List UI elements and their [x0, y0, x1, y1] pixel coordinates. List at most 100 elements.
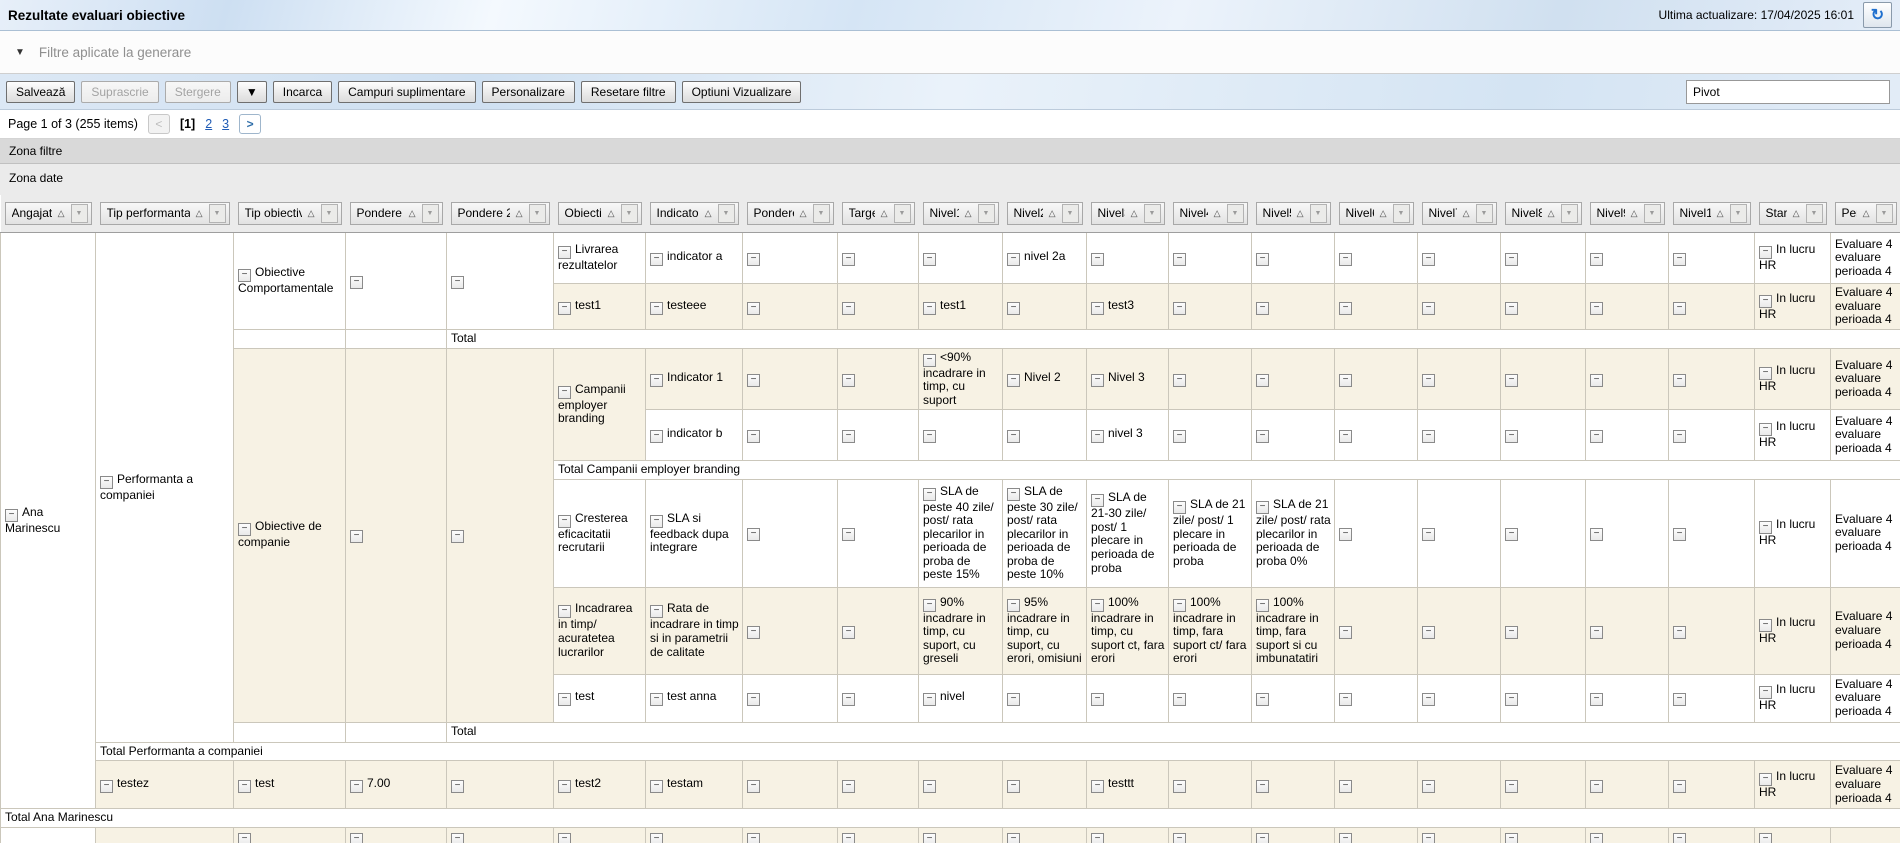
collapse-icon[interactable]: −	[923, 430, 936, 443]
collapse-icon[interactable]: −	[1256, 780, 1269, 793]
collapse-icon[interactable]: −	[1505, 374, 1518, 387]
collapse-icon[interactable]: −	[558, 833, 571, 843]
column-header-p2[interactable]: Pondere 2△▼	[451, 202, 550, 225]
column-header-ob[interactable]: Obiectiv△▼	[558, 202, 642, 225]
collapse-icon[interactable]: −	[558, 693, 571, 706]
collapse-icon[interactable]: −	[747, 528, 760, 541]
filter-dropdown-icon[interactable]: ▼	[1393, 204, 1410, 223]
collapse-icon[interactable]: −	[1173, 374, 1186, 387]
collapse-icon[interactable]: −	[350, 276, 363, 289]
filter-dropdown-icon[interactable]: ▼	[422, 204, 439, 223]
filter-dropdown-icon[interactable]: ▼	[1806, 204, 1823, 223]
collapse-icon[interactable]: −	[842, 693, 855, 706]
load-button[interactable]: Incarca	[273, 81, 332, 103]
collapse-icon[interactable]: −	[747, 780, 760, 793]
overwrite-button[interactable]: Suprascrie	[81, 81, 158, 103]
delete-button[interactable]: Stergere	[165, 81, 231, 103]
collapse-icon[interactable]: −	[1505, 528, 1518, 541]
collapse-icon[interactable]: −	[1590, 693, 1603, 706]
collapse-icon[interactable]: −	[1673, 780, 1686, 793]
filter-dropdown-icon[interactable]: ▼	[621, 204, 638, 223]
filter-dropdown-icon[interactable]: ▼	[1644, 204, 1661, 223]
collapse-icon[interactable]: −	[1339, 430, 1352, 443]
collapse-icon[interactable]: −	[1339, 302, 1352, 315]
collapse-icon[interactable]: −	[1339, 833, 1352, 843]
collapse-icon[interactable]: −	[1673, 626, 1686, 639]
column-header-tgt[interactable]: Target△▼	[842, 202, 915, 225]
collapse-icon[interactable]: −	[558, 780, 571, 793]
filter-dropdown-icon[interactable]: ▼	[894, 204, 911, 223]
collapse-icon[interactable]: −	[1007, 693, 1020, 706]
collapse-icon[interactable]: −	[1590, 626, 1603, 639]
collapse-icon[interactable]: −	[1673, 693, 1686, 706]
filter-dropdown-icon[interactable]: ▼	[209, 204, 226, 223]
collapse-icon[interactable]: −	[842, 302, 855, 315]
collapse-icon[interactable]: −	[747, 374, 760, 387]
collapse-icon[interactable]: −	[1091, 430, 1104, 443]
collapse-icon[interactable]: −	[1173, 780, 1186, 793]
collapse-icon[interactable]: −	[747, 430, 760, 443]
collapse-icon[interactable]: −	[747, 833, 760, 843]
filter-dropdown-icon[interactable]: ▼	[1876, 204, 1893, 223]
collapse-icon[interactable]: −	[1422, 693, 1435, 706]
view-mode-input[interactable]: Pivot	[1686, 80, 1890, 104]
column-header-n5[interactable]: Nivel5△▼	[1256, 202, 1331, 225]
column-header-st[interactable]: Stare△▼	[1759, 202, 1827, 225]
collapse-icon[interactable]: −	[1173, 430, 1186, 443]
filter-dropdown-icon[interactable]: ▼	[1310, 204, 1327, 223]
collapse-icon[interactable]: −	[558, 302, 571, 315]
collapse-icon[interactable]: −	[1339, 528, 1352, 541]
collapse-icon[interactable]: −	[1422, 253, 1435, 266]
collapse-icon[interactable]: −	[1007, 430, 1020, 443]
collapse-icon[interactable]: −	[1256, 833, 1269, 843]
column-header-n2[interactable]: Nivel2△▼	[1007, 202, 1083, 225]
collapse-icon[interactable]: −	[923, 693, 936, 706]
collapse-icon[interactable]: −	[1505, 302, 1518, 315]
column-header-n7[interactable]: Nivel7△▼	[1422, 202, 1497, 225]
collapse-icon[interactable]: −	[350, 780, 363, 793]
collapse-icon[interactable]: −	[1590, 374, 1603, 387]
page-link-2[interactable]: 2	[205, 117, 212, 131]
collapse-icon[interactable]: −	[1422, 374, 1435, 387]
filter-dropdown-icon[interactable]: ▼	[718, 204, 735, 223]
collapse-icon[interactable]: −	[923, 253, 936, 266]
filter-dropdown-icon[interactable]: ▼	[1227, 204, 1244, 223]
collapse-icon[interactable]: −	[1422, 430, 1435, 443]
collapse-icon[interactable]: −	[650, 693, 663, 706]
collapse-icon[interactable]: −	[747, 302, 760, 315]
collapse-icon[interactable]: −	[1422, 528, 1435, 541]
collapse-icon[interactable]: −	[650, 780, 663, 793]
collapse-icon[interactable]: −	[1007, 302, 1020, 315]
filter-dropdown-icon[interactable]: ▼	[1561, 204, 1578, 223]
collapse-icon[interactable]: −	[1590, 302, 1603, 315]
collapse-icon[interactable]: −	[747, 253, 760, 266]
collapse-icon[interactable]: −	[1339, 374, 1352, 387]
applied-filters-panel[interactable]: ▼ Filtre aplicate la generare	[0, 31, 1900, 74]
collapse-icon[interactable]: −	[1256, 693, 1269, 706]
collapse-icon[interactable]: −	[650, 302, 663, 315]
column-header-n4[interactable]: Nivel4△▼	[1173, 202, 1248, 225]
collapse-icon[interactable]: −	[923, 780, 936, 793]
refresh-button[interactable]: ↻	[1863, 2, 1892, 28]
collapse-icon[interactable]: −	[1422, 302, 1435, 315]
collapse-icon[interactable]: −	[1673, 374, 1686, 387]
collapse-icon[interactable]: −	[1091, 253, 1104, 266]
collapse-icon[interactable]: −	[1007, 374, 1020, 387]
collapse-icon[interactable]: −	[1007, 833, 1020, 843]
collapse-icon[interactable]: −	[1256, 302, 1269, 315]
collapse-icon[interactable]: −	[1673, 430, 1686, 443]
collapse-icon[interactable]: −	[842, 430, 855, 443]
column-header-n9[interactable]: Nivel9△▼	[1590, 202, 1665, 225]
collapse-icon[interactable]: −	[842, 374, 855, 387]
column-header-n1[interactable]: Nivel1△▼	[923, 202, 999, 225]
collapse-icon[interactable]: −	[1590, 780, 1603, 793]
column-header-per[interactable]: Perioada△▼	[1835, 202, 1897, 225]
zone-filters-bar[interactable]: Zona filtre	[0, 139, 1900, 164]
filter-dropdown-icon[interactable]: ▼	[813, 204, 830, 223]
collapse-icon[interactable]: −	[842, 833, 855, 843]
collapse-icon[interactable]: −	[1173, 302, 1186, 315]
page-link-3[interactable]: 3	[222, 117, 229, 131]
collapse-icon[interactable]: −	[350, 833, 363, 843]
column-header-ang[interactable]: Angajat△▼	[5, 202, 92, 225]
collapse-icon[interactable]: −	[1505, 253, 1518, 266]
